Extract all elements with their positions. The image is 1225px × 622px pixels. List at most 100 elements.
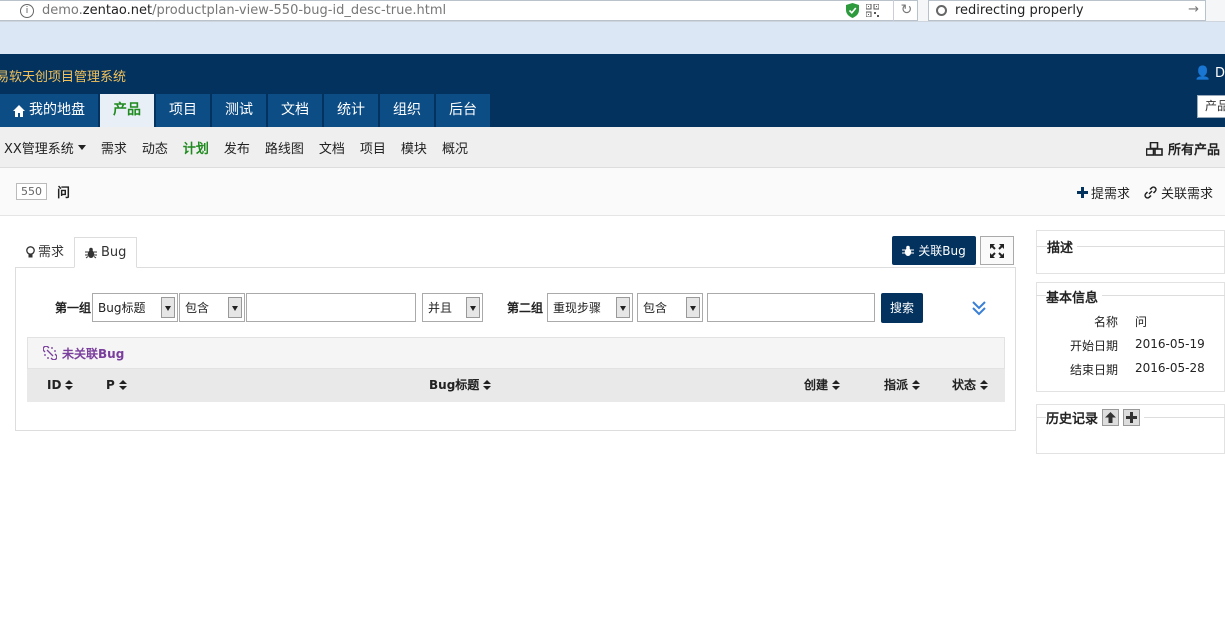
- nav-item-admin[interactable]: 后台: [436, 94, 490, 127]
- subnav-item-release[interactable]: 发布: [224, 138, 250, 157]
- browser-search-input[interactable]: redirecting properly →: [928, 0, 1206, 21]
- fullscreen-button[interactable]: [980, 236, 1014, 265]
- th-label: 状态: [952, 378, 977, 392]
- subnav-item-project[interactable]: 项目: [360, 138, 386, 157]
- subnav-item-module[interactable]: 模块: [401, 138, 427, 157]
- sort-icon: [980, 380, 989, 391]
- chevron-down-icon: [161, 297, 175, 318]
- plus-icon: [1126, 412, 1138, 423]
- tab-bug[interactable]: Bug: [74, 237, 138, 268]
- subnav-item-story[interactable]: 需求: [101, 138, 127, 157]
- nav-item-label: 后台: [449, 102, 477, 118]
- th-label: P: [106, 378, 115, 392]
- basic-info-section: 基本信息 名称 问 开始日期 2016-05-19 结束日期 2016-05-2…: [1036, 282, 1225, 622]
- reload-icon[interactable]: ↻: [893, 0, 919, 21]
- bug-icon: [902, 245, 915, 256]
- subnav-item-view[interactable]: 概况: [442, 138, 468, 157]
- product-name: XX管理系统: [4, 141, 74, 157]
- subnav-item-dynamic[interactable]: 动态: [142, 138, 168, 157]
- create-story-button[interactable]: 提需求: [1076, 183, 1130, 202]
- qr-code-icon[interactable]: [866, 4, 879, 17]
- chevron-down-icon: [466, 297, 480, 318]
- th-title[interactable]: Bug标题: [429, 369, 492, 402]
- nav-item-test[interactable]: 测试: [212, 94, 266, 127]
- info-key: 名称: [1093, 315, 1118, 329]
- product-switcher[interactable]: 产品: [1197, 95, 1225, 118]
- nav-item-project[interactable]: 项目: [156, 94, 210, 127]
- app-title[interactable]: 易软天创项目管理系统: [0, 66, 126, 85]
- sort-icon: [483, 380, 492, 391]
- app-header: 易软天创项目管理系统 👤 D 我的地盘 产品 项目 测试 文档 统计 组织 后台…: [0, 54, 1225, 127]
- expand-history-button[interactable]: [1123, 409, 1141, 426]
- title-actions: 提需求 关联需求: [1063, 183, 1213, 202]
- search-form: 第一组 Bug标题 包含 并且 第二组 重现步骤 包含 搜索: [36, 292, 996, 323]
- group1-operator-select[interactable]: 包含: [179, 293, 245, 322]
- group2-operator-value: 包含: [643, 301, 668, 315]
- user-menu[interactable]: 👤 D: [1195, 66, 1225, 81]
- plan-name: 问: [57, 186, 71, 201]
- nav-item-company[interactable]: 组织: [380, 94, 434, 127]
- info-row-name: 名称 问: [1036, 313, 1225, 329]
- user-initial: D: [1214, 66, 1225, 81]
- shield-icon[interactable]: [846, 3, 859, 18]
- tab-story[interactable]: 需求: [16, 237, 74, 268]
- nav-item-product[interactable]: 产品: [100, 94, 154, 127]
- tab-label: Bug: [101, 244, 127, 260]
- th-label: 指派: [884, 378, 909, 392]
- link-story-button[interactable]: 关联需求: [1144, 183, 1213, 202]
- logic-select[interactable]: 并且: [422, 293, 483, 322]
- info-key: 开始日期: [1069, 339, 1118, 353]
- group2-field-value: 重现步骤: [553, 301, 602, 315]
- th-assigned[interactable]: 指派: [884, 369, 921, 402]
- bug-icon: [85, 247, 98, 258]
- nav-item-report[interactable]: 统计: [324, 94, 378, 127]
- plan-tabs: 需求 Bug: [16, 237, 138, 268]
- basic-info-title: 基本信息: [1046, 287, 1103, 306]
- bug-table-header: ID P Bug标题 创建 指派 状态: [27, 369, 1005, 402]
- info-value: 2016-05-19: [1135, 337, 1205, 351]
- site-info-icon[interactable]: i: [20, 3, 34, 18]
- arrow-up-icon: [1105, 412, 1117, 423]
- collapse-history-button[interactable]: [1102, 409, 1120, 426]
- th-id[interactable]: ID: [47, 369, 74, 402]
- group1-field-select[interactable]: Bug标题: [92, 293, 178, 322]
- link-bug-button[interactable]: 关联Bug: [892, 236, 976, 265]
- all-products-link[interactable]: 所有产品: [1145, 139, 1220, 158]
- group2-field-select[interactable]: 重现步骤: [547, 293, 633, 322]
- subnav-item-roadmap[interactable]: 路线图: [265, 138, 304, 157]
- browser-search-text: redirecting properly: [955, 3, 1084, 18]
- url-text: demo.zentao.net/productplan-view-550-bug…: [42, 3, 447, 18]
- history-title: 历史记录: [1046, 412, 1099, 427]
- sort-icon: [912, 380, 921, 391]
- subnav-item-doc[interactable]: 文档: [319, 138, 345, 157]
- address-bar[interactable]: i demo.zentao.net/productplan-view-550-b…: [0, 0, 918, 21]
- arrow-right-icon[interactable]: →: [1188, 2, 1199, 17]
- group1-field-value: Bug标题: [98, 301, 146, 315]
- unlinked-bugs-header: 未关联Bug: [27, 337, 1005, 369]
- double-chevron-down-icon[interactable]: [970, 299, 988, 317]
- group2-value-input[interactable]: [707, 293, 875, 322]
- group1-value-input[interactable]: [246, 293, 416, 322]
- subnav-item-plan[interactable]: 计划: [183, 138, 209, 157]
- logic-value: 并且: [428, 301, 453, 315]
- group1-label: 第一组: [54, 301, 91, 315]
- search-button[interactable]: 搜索: [881, 292, 923, 323]
- nav-item-label: 项目: [169, 102, 197, 118]
- bookmarks-strip: [0, 22, 1225, 54]
- th-priority[interactable]: P: [106, 369, 127, 402]
- chevron-down-icon: [686, 297, 700, 318]
- sort-icon: [118, 380, 127, 391]
- user-icon: 👤: [1194, 66, 1211, 81]
- group2-operator-select[interactable]: 包含: [637, 293, 703, 322]
- unlink-icon: [43, 346, 57, 360]
- nav-item-doc[interactable]: 文档: [268, 94, 322, 127]
- main-nav: 我的地盘 产品 项目 测试 文档 统计 组织 后台: [0, 94, 492, 127]
- th-created[interactable]: 创建: [804, 369, 841, 402]
- product-selector[interactable]: XX管理系统: [4, 138, 86, 157]
- desc-title: 描述: [1047, 237, 1078, 256]
- tab-label: 需求: [38, 244, 65, 260]
- link-bug-label: 关联Bug: [918, 244, 966, 258]
- nav-item-my[interactable]: 我的地盘: [0, 94, 98, 127]
- th-status[interactable]: 状态: [952, 369, 989, 402]
- group1-operator-value: 包含: [185, 301, 210, 315]
